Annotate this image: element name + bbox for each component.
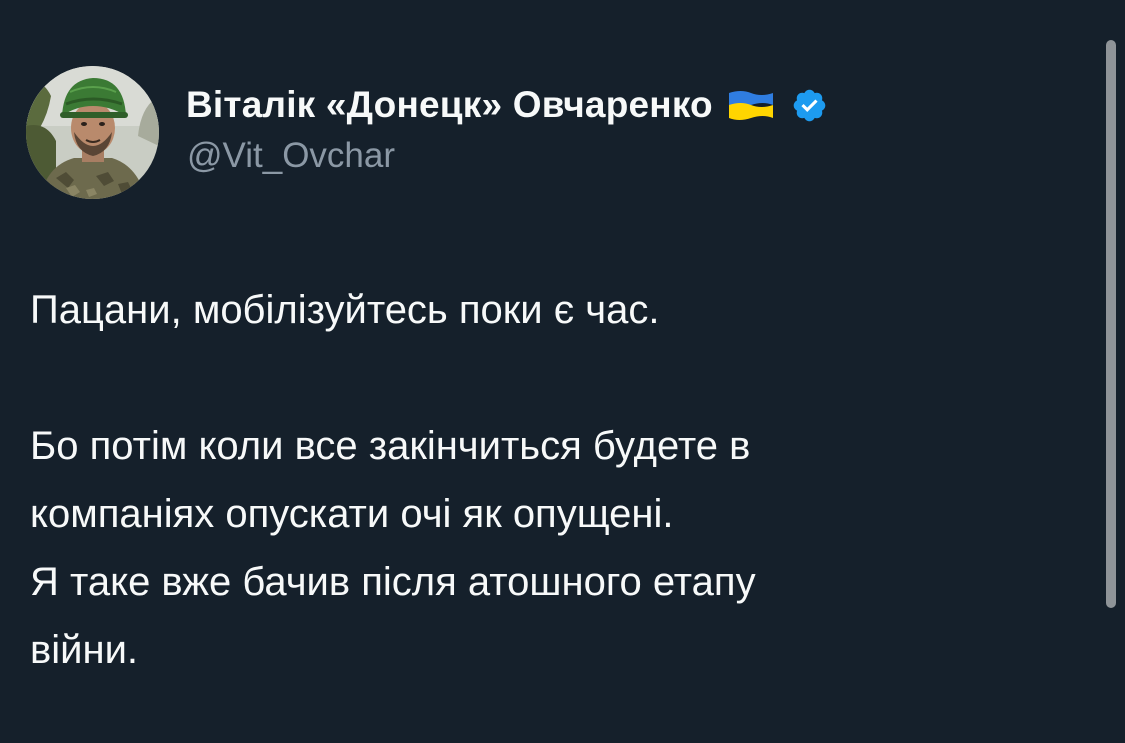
author-handle[interactable]: @Vit_Ovchar <box>187 136 395 176</box>
ukraine-flag-icon <box>727 87 775 123</box>
tweet-paragraph: Бо потім коли все закінчиться будете в к… <box>30 424 756 672</box>
scrollbar[interactable] <box>1106 40 1116 608</box>
author-display-name[interactable]: Віталік «Донецк» Овчаренко <box>186 84 713 126</box>
avatar[interactable] <box>26 66 159 199</box>
author-row: Віталік «Донецк» Овчаренко <box>186 82 828 128</box>
tweet-paragraph: Пацани, мобілізуйтесь поки є час. <box>30 288 660 332</box>
avatar-image <box>26 66 159 199</box>
verified-badge-icon[interactable] <box>791 87 828 124</box>
tweet-text: Пацани, мобілізуйтесь поки є час. Бо пот… <box>30 276 1070 684</box>
tweet: Віталік «Донецк» Овчаренко @Vit_Ovchar П… <box>0 0 1125 743</box>
